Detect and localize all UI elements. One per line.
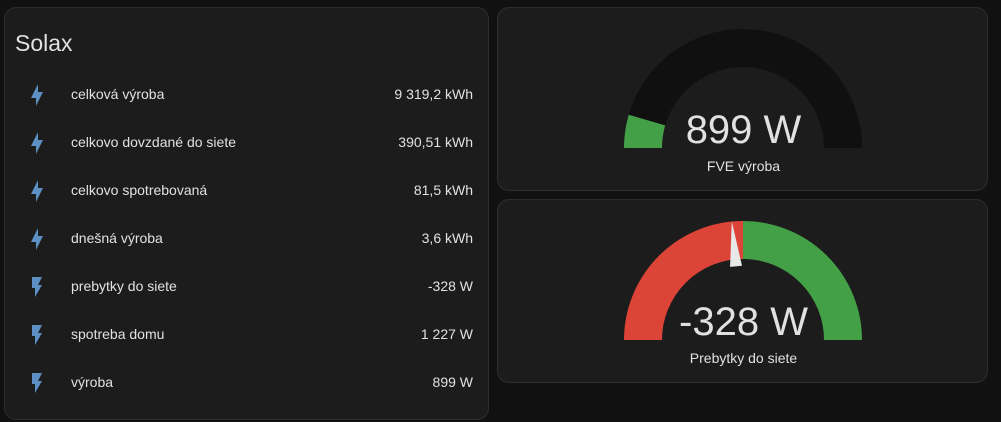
gauge-value: -328 W bbox=[679, 300, 808, 344]
gauge-name: Prebytky do siete bbox=[689, 350, 798, 366]
gauge-name: FVE výroba bbox=[706, 158, 781, 174]
entity-value: 390,51 kWh bbox=[398, 134, 473, 150]
fve-vyroba-gauge-card[interactable]: 899 W FVE výroba bbox=[497, 7, 988, 191]
lightning-bolt-icon bbox=[32, 325, 42, 345]
flash-icon bbox=[31, 180, 43, 202]
entity-name: výroba bbox=[71, 374, 114, 390]
flash-icon bbox=[31, 84, 43, 106]
entity-row[interactable]: spotreba domu 1 227 W bbox=[5, 311, 490, 359]
lightning-bolt-icon bbox=[32, 373, 42, 393]
entity-name: celková výroba bbox=[71, 86, 165, 102]
solax-entities-card: Solax celková výroba 9 319,2 kWh celkovo d… bbox=[4, 7, 489, 420]
entity-row[interactable]: výroba 899 W bbox=[5, 359, 490, 407]
entity-name: spotreba domu bbox=[71, 326, 165, 342]
entity-value: 81,5 kWh bbox=[413, 182, 473, 198]
entity-row[interactable]: prebytky do siete -328 W bbox=[5, 263, 490, 311]
entity-row[interactable]: dnešná výroba 3,6 kWh bbox=[5, 215, 490, 263]
entity-name: dnešná výroba bbox=[71, 230, 163, 246]
entity-name: prebytky do siete bbox=[71, 278, 177, 294]
entity-row[interactable]: celkovo dovzdané do siete 390,51 kWh bbox=[5, 119, 490, 167]
entity-value: -328 W bbox=[427, 278, 473, 294]
entity-value: 9 319,2 kWh bbox=[394, 86, 473, 102]
entity-value: 3,6 kWh bbox=[421, 230, 473, 246]
card-title: Solax bbox=[15, 30, 73, 56]
entity-value: 1 227 W bbox=[420, 326, 473, 342]
entity-row[interactable]: celková výroba 9 319,2 kWh bbox=[5, 71, 490, 119]
entity-value: 899 W bbox=[432, 374, 473, 390]
flash-icon bbox=[31, 132, 43, 154]
entity-name: celkovo dovzdané do siete bbox=[71, 134, 236, 150]
entity-row[interactable]: celkovo spotrebovaná 81,5 kWh bbox=[5, 167, 490, 215]
prebytky-gauge-card[interactable]: -328 W Prebytky do siete bbox=[497, 199, 988, 383]
entity-name: celkovo spotrebovaná bbox=[71, 182, 208, 198]
gauge-value: 899 W bbox=[685, 108, 802, 152]
lightning-bolt-icon bbox=[32, 277, 42, 297]
flash-icon bbox=[31, 228, 43, 250]
